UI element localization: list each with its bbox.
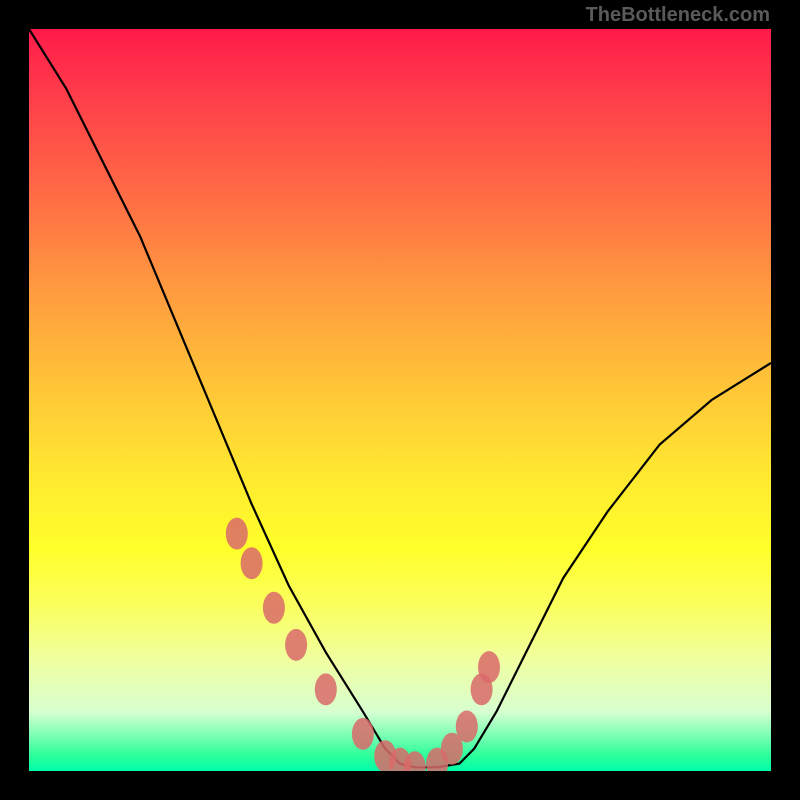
marker-point <box>285 629 307 661</box>
marker-point <box>352 718 374 750</box>
marker-point <box>478 651 500 683</box>
attribution-text: TheBottleneck.com <box>586 4 770 27</box>
marker-point <box>241 547 263 579</box>
marker-point <box>226 518 248 550</box>
highlight-markers <box>226 518 500 771</box>
marker-point <box>456 711 478 743</box>
plot-area <box>29 29 771 771</box>
marker-point <box>315 673 337 705</box>
bottleneck-curve <box>29 29 771 767</box>
curve-svg <box>29 29 771 771</box>
marker-point <box>263 592 285 624</box>
